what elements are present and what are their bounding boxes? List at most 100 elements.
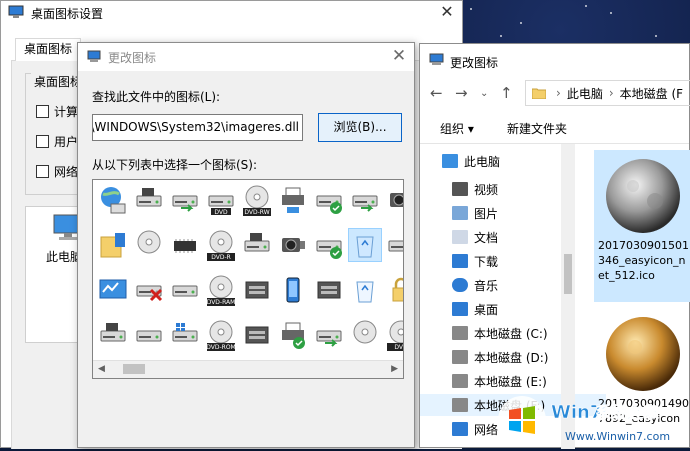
lock-icon[interactable]: [385, 274, 403, 306]
tape-drive-icon[interactable]: [241, 319, 273, 351]
drive-check-icon: [316, 240, 342, 259]
dvd-rw-disc-icon[interactable]: DVD-RW: [241, 184, 273, 216]
svg-text:DVD: DVD: [394, 344, 404, 351]
dvd-rom-disc-icon[interactable]: DVD-ROM: [205, 319, 237, 351]
nav-item-label: 文档: [474, 230, 499, 245]
dvd-disc-icon[interactable]: DVD: [385, 319, 404, 351]
up-arrow-icon[interactable]: ↑: [500, 84, 513, 102]
printer-check-icon[interactable]: [277, 319, 309, 351]
dvd-r-disc-icon[interactable]: DVD-R: [205, 229, 237, 261]
nav-item-label: 本地磁盘 (E:): [474, 374, 547, 389]
recycle-bin-full-icon[interactable]: [348, 228, 382, 262]
command-toolbar: 组织 ▾ 新建文件夹: [420, 114, 689, 142]
drive-green-icon: [172, 195, 198, 212]
drive-green-icon[interactable]: [349, 184, 381, 216]
recent-chevron-icon[interactable]: ⌄: [480, 88, 488, 99]
drive-red-x-icon[interactable]: [133, 274, 165, 306]
cd-disc-icon: [353, 320, 377, 344]
scroll-thumb[interactable]: [564, 254, 572, 294]
find-icons-label: 查找此文件中的图标(L):: [92, 90, 221, 104]
breadcrumb-this-pc[interactable]: 此电脑: [567, 85, 603, 102]
drive-floppy-icon[interactable]: [133, 184, 165, 216]
scroll-left-icon[interactable]: ◀: [98, 364, 105, 374]
checkbox-box[interactable]: [36, 135, 49, 148]
windows-drive-icon[interactable]: [169, 319, 201, 351]
camera-icon[interactable]: [385, 184, 403, 216]
icon-file-path-input[interactable]: \WINDOWS\System32\imageres.dll: [92, 114, 303, 141]
file-name: 2017030901501 346_easyicon_n et_512.ico: [598, 239, 689, 282]
globe-pc-icon: [101, 187, 126, 214]
watermark-url-text: Www.Winwin7.com: [565, 430, 670, 443]
back-arrow-icon[interactable]: ←: [430, 84, 443, 102]
svg-text:DVD-ROM: DVD-ROM: [206, 344, 235, 351]
floppy-drive-icon[interactable]: [241, 229, 273, 261]
cd-drive-icon[interactable]: [133, 229, 165, 261]
explorer-title: 更改图标: [450, 56, 499, 70]
nav-item-label: 视频: [474, 182, 499, 197]
window-title: 桌面图标设置: [31, 6, 104, 21]
chip-icon[interactable]: [169, 229, 201, 261]
video-icon: [452, 182, 468, 196]
drive-check-icon: [316, 195, 342, 214]
drive-check-icon[interactable]: [313, 184, 345, 216]
nav-item-label: 桌面: [474, 302, 499, 317]
breadcrumb-local-disk[interactable]: 本地磁盘 (F: [620, 85, 683, 102]
cd-disc-icon[interactable]: [349, 319, 381, 351]
drive-green-icon[interactable]: [169, 184, 201, 216]
drive-green-icon: [352, 195, 378, 212]
moon-icon-file: [605, 159, 680, 233]
dialog-close-button[interactable]: ✕: [389, 46, 409, 66]
music-icon: [452, 278, 468, 292]
title-bar: 桌面图标设置 ✕: [1, 1, 462, 25]
user-folder-icon: [100, 233, 125, 258]
forward-arrow-icon[interactable]: →: [455, 84, 468, 102]
tab-desktop-icons[interactable]: 桌面图标: [15, 38, 82, 61]
dialog-title-bar: 更改图标 ✕: [78, 43, 414, 71]
camera-icon: [390, 193, 403, 207]
control-panel-icon[interactable]: [97, 274, 129, 306]
drive-small-icon: [388, 240, 403, 252]
drive-box-icon[interactable]: [313, 274, 345, 306]
scroll-thumb[interactable]: [123, 364, 145, 374]
drive-floppy-icon: [136, 188, 162, 207]
checkbox-network[interactable]: 网络(: [36, 163, 83, 180]
floppy-drive-icon[interactable]: [97, 319, 129, 351]
windows-drive-icon: [172, 323, 198, 342]
flat-drive-icon[interactable]: [169, 274, 201, 306]
globe-pc-icon[interactable]: [97, 184, 129, 216]
svg-text:DVD-RAM: DVD-RAM: [207, 299, 236, 306]
windows-orb-icon: Win7 系统之家 Www.Winwin7.com: [498, 396, 670, 444]
address-bar[interactable]: › 此电脑 › 本地磁盘 (F: [525, 80, 690, 106]
dvd-ram-disc-icon[interactable]: DVD-RAM: [205, 274, 237, 306]
file-item[interactable]: 2017030901501 346_easyicon_n et_512.ico: [594, 150, 690, 302]
network-icon: [452, 422, 468, 436]
breadcrumb-chevron-icon: ›: [608, 86, 614, 100]
dvd-drive-icon[interactable]: DVD: [205, 184, 237, 216]
phone-icon[interactable]: [277, 274, 309, 306]
watermark-brand-text: 系统之家: [595, 403, 660, 422]
organize-button[interactable]: 组织 ▾: [440, 120, 474, 137]
dvd-r-disc-icon: DVD-R: [207, 230, 235, 261]
breadcrumb-chevron-icon: ›: [556, 86, 561, 100]
drive-green-icon[interactable]: [313, 319, 345, 351]
camcorder-icon[interactable]: [277, 229, 309, 261]
checkbox-box[interactable]: [36, 105, 49, 118]
icon-list[interactable]: ◀ ▶ DVD DVD-RW DVD-R DVD-RAM DVD-ROM DVD: [92, 179, 404, 379]
drive-flat-icon[interactable]: [133, 319, 165, 351]
settings-app-icon: [8, 5, 24, 18]
drive-check-icon[interactable]: [313, 229, 345, 261]
scroll-right-icon[interactable]: ▶: [391, 364, 398, 374]
usb-hub-icon[interactable]: [241, 274, 273, 306]
nav-item-label: 本地磁盘 (D:): [474, 350, 549, 365]
recycle-bin-empty-icon[interactable]: [349, 274, 381, 306]
user-folder-icon[interactable]: [97, 229, 129, 261]
browse-button[interactable]: 浏览(B)...: [318, 113, 402, 142]
close-button[interactable]: ✕: [438, 3, 456, 21]
printer-network-icon[interactable]: [277, 184, 309, 216]
horizontal-scrollbar[interactable]: ◀ ▶: [93, 360, 403, 378]
checkbox-box[interactable]: [36, 165, 49, 178]
drive-small-icon[interactable]: [385, 229, 403, 261]
new-folder-button[interactable]: 新建文件夹: [507, 120, 567, 137]
floppy-drive-icon: [244, 233, 270, 252]
dvd-disc-icon: DVD: [387, 320, 404, 351]
